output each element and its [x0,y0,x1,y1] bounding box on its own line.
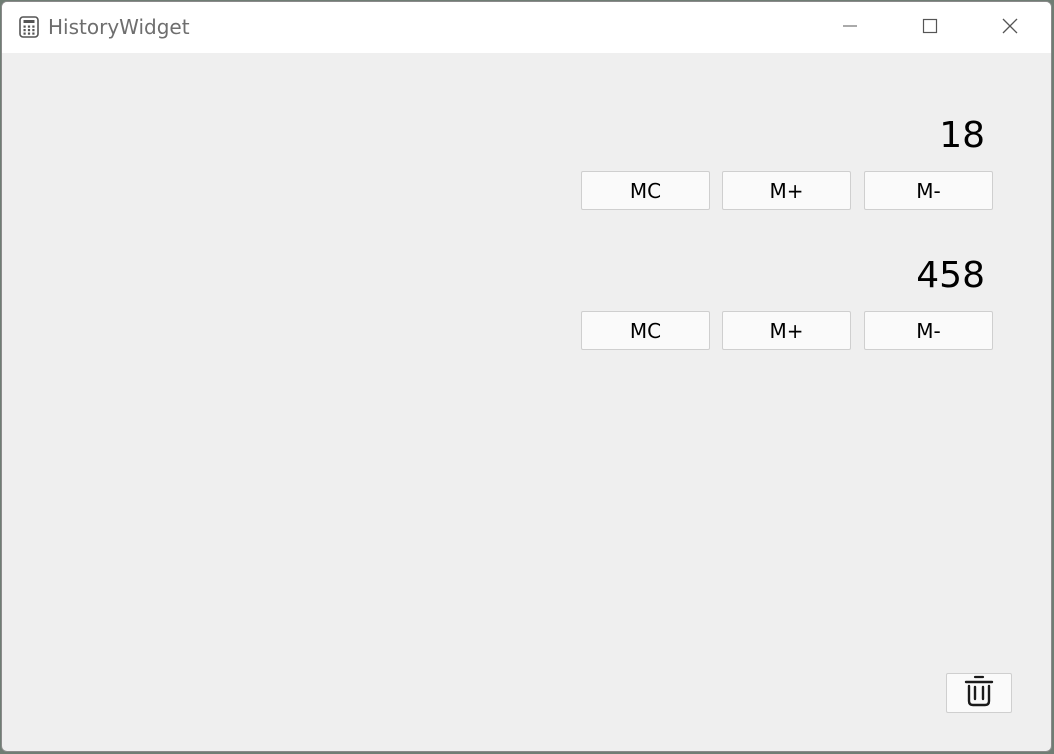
maximize-button[interactable] [893,2,967,53]
memory-subtract-button[interactable]: M- [864,311,993,350]
memory-subtract-button[interactable]: M- [864,171,993,210]
memory-add-button[interactable]: M+ [722,311,851,350]
minimize-button[interactable] [813,2,887,53]
history-widget-window: HistoryWidget 18 MC M+ M- 458 MC M+ M- [1,1,1052,752]
trash-icon [964,674,994,712]
clear-all-memory-button[interactable] [946,673,1012,713]
window-title: HistoryWidget [48,15,190,39]
memory-clear-button[interactable]: MC [581,171,710,210]
memory-add-button[interactable]: M+ [722,171,851,210]
close-button[interactable] [973,2,1047,53]
memory-clear-button[interactable]: MC [581,311,710,350]
memory-value: 458 [916,255,985,296]
memory-value: 18 [939,115,985,156]
title-bar[interactable]: HistoryWidget [2,2,1051,53]
minimize-icon [842,18,858,38]
close-icon [1001,17,1019,39]
calculator-icon [18,15,40,39]
maximize-icon [922,18,938,38]
